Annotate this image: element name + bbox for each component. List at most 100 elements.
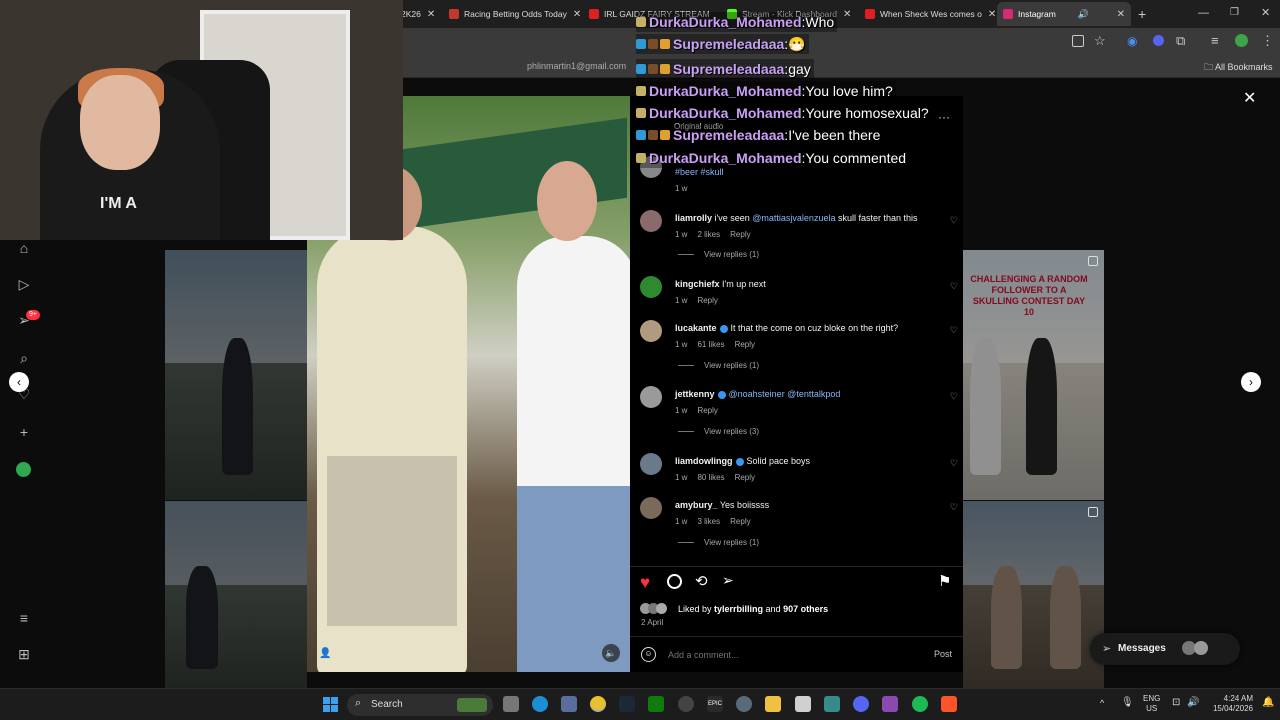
language-indicator[interactable]: ENG US bbox=[1143, 694, 1160, 714]
avatar[interactable] bbox=[640, 497, 662, 519]
view-replies-button[interactable]: View replies (1) bbox=[678, 250, 759, 259]
home-icon[interactable]: ⌂ bbox=[16, 240, 32, 256]
extension-icon[interactable] bbox=[1153, 35, 1164, 46]
tab-1[interactable]: Racing Betting Odds Today ✕ bbox=[443, 2, 581, 26]
likes-count[interactable]: 61 likes bbox=[697, 340, 724, 349]
comment-icon[interactable] bbox=[667, 574, 682, 589]
likes-count[interactable]: 2 likes bbox=[697, 230, 720, 239]
previous-post-button[interactable]: ‹ bbox=[9, 372, 29, 392]
close-icon[interactable]: ✕ bbox=[837, 9, 851, 20]
extension-icon[interactable]: ◉ bbox=[1127, 34, 1137, 48]
like-comment-icon[interactable]: ♡ bbox=[950, 391, 958, 402]
threads-icon[interactable]: ⊞ bbox=[16, 646, 32, 662]
likes-count[interactable]: 80 likes bbox=[697, 473, 724, 482]
reply-button[interactable]: Reply bbox=[697, 406, 717, 415]
comment-username[interactable]: lucakante bbox=[675, 323, 717, 333]
view-replies-button[interactable]: View replies (1) bbox=[678, 538, 759, 547]
reply-button[interactable]: Reply bbox=[735, 340, 755, 349]
tagged-user-icon[interactable]: 👤 bbox=[319, 648, 331, 659]
like-comment-icon[interactable]: ♡ bbox=[950, 502, 958, 513]
post-comment-button[interactable]: Post bbox=[934, 649, 952, 659]
profile-avatar[interactable] bbox=[16, 462, 31, 477]
comment-username[interactable]: liamdowlingg bbox=[675, 456, 733, 466]
microphone-icon[interactable]: 🎙 bbox=[1121, 697, 1134, 708]
notifications-icon[interactable]: 🔔 bbox=[1262, 697, 1274, 708]
avatar[interactable] bbox=[640, 453, 662, 475]
mute-icon[interactable]: 🔈 bbox=[602, 644, 620, 662]
create-icon[interactable]: + bbox=[16, 424, 32, 440]
avatar[interactable] bbox=[640, 386, 662, 408]
all-bookmarks[interactable]: 🗀 All Bookmarks bbox=[1204, 60, 1273, 76]
close-post-icon[interactable]: ✕ bbox=[1243, 88, 1256, 108]
close-icon[interactable]: ✕ bbox=[567, 9, 581, 20]
share-icon[interactable]: ➢ bbox=[722, 572, 734, 589]
mention-link[interactable]: @mattiasjvalenzuela bbox=[752, 213, 835, 223]
volume-icon[interactable]: 🔊 bbox=[1187, 697, 1199, 708]
puzzle-icon[interactable]: ⧉ bbox=[1176, 33, 1185, 49]
tab-instagram[interactable]: Instagram 🔊 ✕ bbox=[997, 2, 1131, 26]
discord-icon[interactable] bbox=[853, 696, 869, 712]
clock[interactable]: 4:24 AM 15/04/2026 bbox=[1207, 694, 1253, 714]
caption-hashtags[interactable]: #beer #skull bbox=[675, 167, 724, 177]
settings-icon[interactable] bbox=[736, 696, 752, 712]
comment-username[interactable]: jettkenny bbox=[675, 389, 715, 399]
comment-username[interactable]: amybury_ bbox=[675, 500, 718, 510]
xbox-icon[interactable] bbox=[648, 696, 664, 712]
new-tab-button[interactable]: + bbox=[1138, 6, 1146, 22]
speaker-icon[interactable]: 🔊 bbox=[1078, 9, 1089, 20]
grid-thumbnail[interactable] bbox=[165, 250, 307, 500]
reply-button[interactable]: Reply bbox=[730, 517, 750, 526]
bookmark-star-icon[interactable]: ☆ bbox=[1094, 33, 1106, 49]
edge-icon[interactable] bbox=[532, 696, 548, 712]
tab-4[interactable]: When Sheck Wes comes o ✕ bbox=[859, 2, 995, 26]
restore-icon[interactable]: ❐ bbox=[1230, 7, 1239, 18]
avatar[interactable] bbox=[1235, 34, 1248, 47]
close-icon[interactable]: ✕ bbox=[421, 9, 435, 20]
store-icon[interactable] bbox=[795, 696, 811, 712]
likes-count[interactable]: 907 others bbox=[783, 604, 828, 614]
like-icon[interactable]: ♥ bbox=[640, 573, 650, 593]
minimize-icon[interactable]: — bbox=[1198, 7, 1209, 19]
reels-icon[interactable]: ▷ bbox=[16, 276, 32, 292]
like-comment-icon[interactable]: ♡ bbox=[950, 458, 958, 469]
tab-search-icon[interactable]: ≡ bbox=[1211, 33, 1219, 48]
reply-button[interactable]: Reply bbox=[735, 473, 755, 482]
close-icon[interactable]: ✕ bbox=[1111, 9, 1125, 20]
install-app-icon[interactable] bbox=[1072, 35, 1084, 47]
epic-games-icon[interactable]: EPIC bbox=[707, 696, 723, 712]
comment-username[interactable]: kingchiefx bbox=[675, 279, 720, 289]
reply-button[interactable]: Reply bbox=[697, 296, 717, 305]
file-explorer-icon[interactable] bbox=[765, 696, 781, 712]
tray-overflow-icon[interactable]: ^ bbox=[1100, 698, 1104, 708]
view-replies-button[interactable]: View replies (3) bbox=[678, 427, 759, 436]
emoji-icon[interactable]: ☺ bbox=[641, 647, 656, 662]
reply-button[interactable]: Reply bbox=[730, 230, 750, 239]
mention-link[interactable]: @noahsteiner @tenttalkpod bbox=[729, 389, 841, 399]
task-view-icon[interactable] bbox=[503, 696, 519, 712]
next-post-button[interactable]: › bbox=[1241, 372, 1261, 392]
view-replies-button[interactable]: View replies (1) bbox=[678, 361, 759, 370]
app-icon[interactable] bbox=[882, 696, 898, 712]
network-icon[interactable]: ⊡ bbox=[1172, 697, 1180, 708]
grid-thumbnail[interactable]: CHALLENGING A RANDOM FOLLOWER TO A SKULL… bbox=[963, 250, 1104, 500]
repost-icon[interactable]: ⟲ bbox=[695, 572, 708, 590]
likes-count[interactable]: 3 likes bbox=[697, 517, 720, 526]
avatar[interactable] bbox=[640, 210, 662, 232]
taskbar-search[interactable]: ⌕ Search bbox=[347, 694, 493, 716]
close-icon[interactable]: ✕ bbox=[982, 9, 995, 20]
spotify-icon[interactable] bbox=[912, 696, 928, 712]
steam-icon[interactable] bbox=[619, 696, 635, 712]
more-menu-icon[interactable]: ≡ bbox=[16, 610, 32, 626]
app-icon[interactable] bbox=[678, 696, 694, 712]
like-comment-icon[interactable]: ♡ bbox=[950, 325, 958, 336]
avatar[interactable] bbox=[640, 276, 662, 298]
like-comment-icon[interactable]: ♡ bbox=[950, 215, 958, 226]
more-options-icon[interactable]: ··· bbox=[938, 110, 950, 124]
grid-thumbnail[interactable] bbox=[165, 501, 307, 688]
avatar[interactable] bbox=[640, 320, 662, 342]
windows-start-icon[interactable] bbox=[323, 697, 338, 712]
menu-icon[interactable]: ⋮ bbox=[1261, 33, 1274, 49]
search-icon[interactable]: ⌕ bbox=[16, 350, 32, 366]
window-close-icon[interactable]: ✕ bbox=[1261, 6, 1270, 19]
comment-username[interactable]: liamrolly bbox=[675, 213, 712, 223]
